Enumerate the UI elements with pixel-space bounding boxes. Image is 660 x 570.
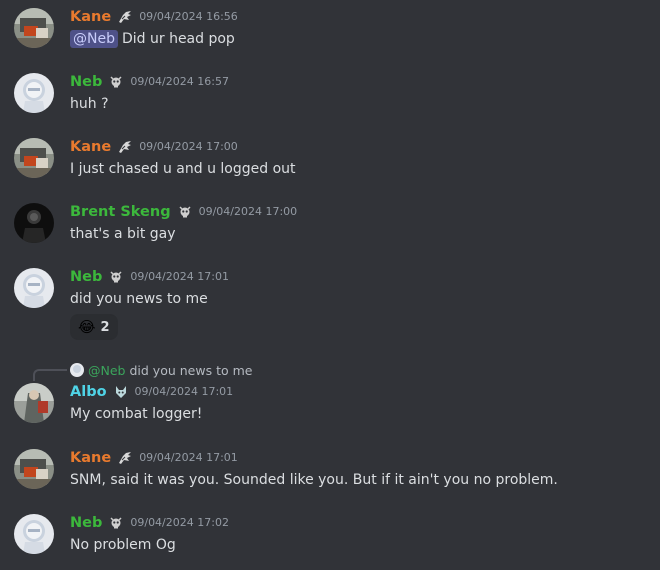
message-text: I just chased u and u logged out [70,161,296,177]
message-header: Kane 09/04/2024 17:00 [70,136,238,158]
message-timestamp[interactable]: 09/04/2024 17:01 [135,381,234,403]
message-header: Neb 09/04/2024 16:57 [70,71,229,93]
chat-message-list: Kane 09/04/2024 16:56 @Neb Did ur head po… [0,0,660,570]
username[interactable]: Brent Skeng [70,201,171,223]
message-content: did you news to me [70,288,208,310]
message-text: SNM, said it was you. Sounded like you. … [70,472,558,488]
reply-preview-text[interactable]: did you news to me [129,363,252,378]
username[interactable]: Kane [70,447,111,469]
avatar-albo-image [14,383,54,423]
skull-icon[interactable] [108,74,124,90]
username[interactable]: Neb [70,71,102,93]
message-header: Kane 09/04/2024 17:01 [70,447,238,469]
skull-icon[interactable] [108,269,124,285]
message-item: Neb 09/04/2024 17:02 No problem Og [0,512,660,556]
dragon-head-icon[interactable] [117,139,133,155]
message-timestamp[interactable]: 09/04/2024 17:00 [199,201,298,223]
dragon-head-icon[interactable] [117,9,133,25]
message-item: @Neb did you news to me Albo 09/04/2024 … [0,361,660,425]
avatar-kane[interactable] [14,138,54,178]
message-timestamp[interactable]: 09/04/2024 17:00 [139,136,238,158]
message-content: @Neb Did ur head pop [70,28,235,50]
avatar-neb[interactable] [14,514,54,554]
message-timestamp[interactable]: 09/04/2024 16:57 [130,71,229,93]
username[interactable]: Neb [70,266,102,288]
message-content: My combat logger! [70,403,202,425]
message-text: did you news to me [70,291,208,307]
avatar-kane-image [14,138,54,178]
user-mention[interactable]: @Neb [70,30,118,48]
reply-avatar-neb [70,363,84,377]
message-header: Brent Skeng 09/04/2024 17:00 [70,201,297,223]
message-text: huh ? [70,96,109,112]
message-content: SNM, said it was you. Sounded like you. … [70,469,558,491]
skull-icon[interactable] [177,204,193,220]
reply-mention[interactable]: @Neb [88,363,125,378]
username[interactable]: Kane [70,136,111,158]
message-timestamp[interactable]: 09/04/2024 17:02 [130,512,229,534]
avatar-neb-image [14,73,54,113]
message-text: My combat logger! [70,406,203,422]
message-content: huh ? [70,93,109,115]
username[interactable]: Neb [70,512,102,534]
message-header: Albo 09/04/2024 17:01 [70,381,233,403]
message-item: Brent Skeng 09/04/2024 17:00 that's a bi… [0,201,660,245]
avatar-brent-skeng-image [14,203,54,243]
message-item: Neb 09/04/2024 16:57 huh ? [0,71,660,115]
reaction-button[interactable]: 😂 2 [70,314,118,340]
message-text: No problem Og [70,537,176,553]
avatar-neb-image [14,268,54,308]
message-header: Kane 09/04/2024 16:56 [70,6,238,28]
message-content: that's a bit gay [70,223,176,245]
avatar-kane[interactable] [14,8,54,48]
avatar-neb[interactable] [14,73,54,113]
avatar-albo[interactable] [14,383,54,423]
message-item: Kane 09/04/2024 17:01 SNM, said it was y… [0,447,660,491]
username[interactable]: Albo [70,381,107,403]
message-item: Kane 09/04/2024 17:00 I just chased u an… [0,136,660,180]
reaction-count: 2 [100,319,110,335]
message-timestamp[interactable]: 09/04/2024 17:01 [130,266,229,288]
avatar-kane-image [14,449,54,489]
avatar-kane[interactable] [14,449,54,489]
wolf-icon[interactable] [113,384,129,400]
avatar-brent-skeng[interactable] [14,203,54,243]
message-timestamp[interactable]: 09/04/2024 16:56 [139,6,238,28]
joy-emoji-icon: 😂 [78,318,96,336]
message-text: Did ur head pop [121,31,235,47]
reply-spine [33,369,67,381]
message-timestamp[interactable]: 09/04/2024 17:01 [139,447,238,469]
avatar-kane-image [14,8,54,48]
message-item: Kane 09/04/2024 16:56 @Neb Did ur head po… [0,6,660,50]
message-text: that's a bit gay [70,226,176,242]
message-content: No problem Og [70,534,176,556]
avatar-neb-image [14,514,54,554]
message-item: Neb 09/04/2024 17:01 did you news to me … [0,266,660,342]
message-content: I just chased u and u logged out [70,158,296,180]
message-header: Neb 09/04/2024 17:02 [70,512,229,534]
message-header: Neb 09/04/2024 17:01 [70,266,229,288]
username[interactable]: Kane [70,6,111,28]
avatar-neb[interactable] [14,268,54,308]
skull-icon[interactable] [108,515,124,531]
dragon-head-icon[interactable] [117,450,133,466]
reply-reference[interactable]: @Neb did you news to me [70,361,252,379]
